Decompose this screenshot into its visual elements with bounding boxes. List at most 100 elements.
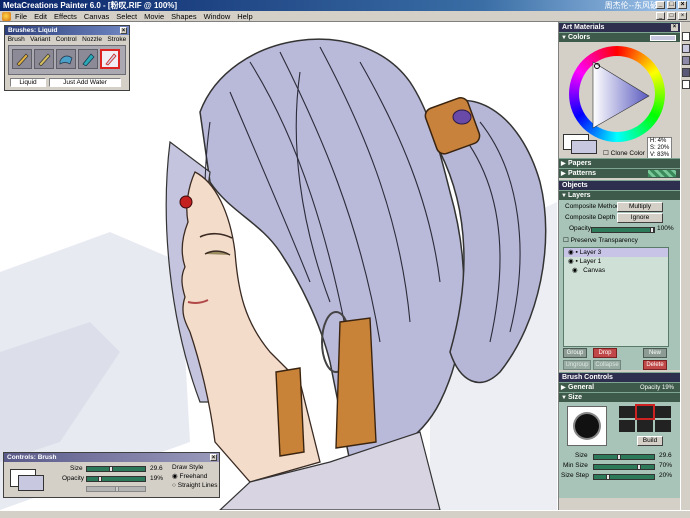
- pencil-brush-icon[interactable]: [12, 49, 32, 69]
- colors-section-header[interactable]: ▼ Colors: [559, 32, 680, 42]
- build-button[interactable]: Build: [637, 436, 663, 446]
- freehand-radio[interactable]: ◉: [172, 473, 178, 480]
- layers-panel: Composite Method Multiply Composite Dept…: [559, 200, 680, 370]
- delete-layer-button[interactable]: Delete: [643, 360, 667, 370]
- layer-row-layer-1[interactable]: ◉ ▪ Layer 1: [564, 257, 668, 266]
- size-step-knob[interactable]: [606, 474, 610, 480]
- painting-canvas[interactable]: [0, 22, 557, 510]
- new-layer-button[interactable]: New: [643, 348, 667, 358]
- bc-size-slider[interactable]: [593, 454, 655, 460]
- doc-minimize-button[interactable]: _: [656, 12, 665, 20]
- brush-variant-field[interactable]: Just Add Water: [49, 78, 121, 87]
- water-brush-icon[interactable]: [100, 49, 120, 69]
- dab-profile-icon[interactable]: [619, 420, 635, 432]
- mini-palette-icon[interactable]: [682, 80, 690, 89]
- layer-opacity-knob[interactable]: [650, 227, 654, 233]
- mini-palette-icon[interactable]: [682, 68, 690, 77]
- size-section-header[interactable]: ▼ Size: [559, 392, 680, 402]
- mini-palette-icon[interactable]: [682, 44, 690, 53]
- menu-canvas[interactable]: Canvas: [84, 11, 109, 22]
- papers-section-header[interactable]: ▶ Papers: [559, 158, 680, 168]
- close-icon[interactable]: ×: [671, 24, 678, 31]
- menu-effects[interactable]: Effects: [54, 11, 77, 22]
- tab-brush[interactable]: Brush: [8, 35, 25, 44]
- straight-lines-label: Straight Lines: [177, 482, 218, 489]
- pen-brush-icon[interactable]: [34, 49, 54, 69]
- tab-nozzle[interactable]: Nozzle: [82, 35, 102, 44]
- layer-opacity-slider[interactable]: [591, 227, 655, 233]
- close-icon[interactable]: ×: [120, 27, 127, 34]
- dab-profile-icon[interactable]: [619, 406, 635, 418]
- controls-brush-title[interactable]: Controls: Brush ×: [4, 453, 219, 462]
- maximize-button[interactable]: □: [667, 1, 676, 9]
- eye-icon[interactable]: ◉: [568, 258, 574, 265]
- size-slider-knob[interactable]: [109, 466, 113, 472]
- eye-icon[interactable]: ◉: [572, 267, 578, 274]
- size-slider[interactable]: [86, 466, 146, 472]
- dab-profile-icon[interactable]: [635, 404, 655, 420]
- menu-shapes[interactable]: Shapes: [171, 11, 196, 22]
- window-title-bar[interactable]: MetaCreations Painter 6.0 - [粉叹.RIF @ 10…: [0, 0, 690, 11]
- drop-button[interactable]: Drop: [593, 348, 617, 358]
- menu-window[interactable]: Window: [204, 11, 231, 22]
- brush-controls-header[interactable]: Brush Controls: [559, 372, 680, 382]
- dab-profile-icon[interactable]: [637, 420, 653, 432]
- close-icon[interactable]: ×: [210, 454, 217, 461]
- close-button[interactable]: ×: [678, 1, 687, 9]
- lock-icon[interactable]: ▪: [575, 249, 577, 256]
- general-section-header[interactable]: ▶ General Opacity 19%: [559, 382, 680, 392]
- menu-file[interactable]: File: [15, 11, 27, 22]
- patterns-section-header[interactable]: ▶ Patterns: [559, 168, 680, 178]
- preserve-transparency-label: Preserve Transparency: [570, 237, 638, 244]
- collapse-button[interactable]: Collapse: [593, 360, 621, 370]
- art-materials-title: Art Materials: [562, 24, 605, 31]
- tab-stroke[interactable]: Stroke: [107, 35, 126, 44]
- art-materials-header[interactable]: Art Materials ×: [559, 22, 680, 32]
- secondary-color-swatch[interactable]: [18, 475, 44, 491]
- preserve-transparency-checkbox[interactable]: ☐: [563, 237, 569, 244]
- bc-size-knob[interactable]: [617, 454, 621, 460]
- menu-edit[interactable]: Edit: [34, 11, 47, 22]
- mini-palette-icon[interactable]: [682, 56, 690, 65]
- brush-category-field[interactable]: Liquid: [10, 78, 46, 87]
- lock-icon[interactable]: ▪: [575, 258, 577, 265]
- size-label: Size: [70, 465, 83, 472]
- airbrush-icon[interactable]: [56, 49, 76, 69]
- layer-row-canvas[interactable]: ◉ Canvas: [564, 266, 668, 275]
- menu-select[interactable]: Select: [116, 11, 137, 22]
- brushes-palette-title[interactable]: Brushes: Liquid ×: [5, 26, 129, 35]
- opacity-slider[interactable]: [86, 476, 146, 482]
- opacity-value: 19%: [150, 475, 164, 482]
- doc-restore-button[interactable]: □: [667, 12, 676, 20]
- ungroup-button[interactable]: Ungroup: [563, 360, 591, 370]
- group-button[interactable]: Group: [563, 348, 587, 358]
- size-step-slider[interactable]: [593, 474, 655, 480]
- grain-slider[interactable]: [86, 486, 146, 492]
- clone-color-checkbox[interactable]: ☐: [603, 150, 609, 157]
- liquid-brush-icon[interactable]: [78, 49, 98, 69]
- straight-lines-radio[interactable]: ○: [172, 482, 176, 489]
- tab-variant[interactable]: Variant: [30, 35, 50, 44]
- layers-section-header[interactable]: ▼ Layers: [559, 190, 680, 200]
- opacity-slider-knob[interactable]: [98, 476, 102, 482]
- dab-profile-icon[interactable]: [655, 406, 671, 418]
- objects-header[interactable]: Objects: [559, 180, 680, 190]
- min-size-slider[interactable]: [593, 464, 655, 470]
- mini-palette-icon[interactable]: [682, 32, 690, 41]
- minimize-button[interactable]: _: [656, 1, 665, 9]
- composite-method-select[interactable]: Multiply: [617, 202, 663, 212]
- min-size-knob[interactable]: [637, 464, 641, 470]
- eye-icon[interactable]: ◉: [568, 249, 574, 256]
- saturation-value-triangle[interactable]: [579, 56, 655, 132]
- menu-help[interactable]: Help: [237, 11, 252, 22]
- menu-movie[interactable]: Movie: [144, 11, 164, 22]
- layer-row-layer-3[interactable]: ◉ ▪ Layer 3: [564, 248, 668, 257]
- composite-depth-select[interactable]: Ignore: [617, 213, 663, 223]
- doc-close-button[interactable]: ×: [678, 12, 687, 20]
- painter-app-icon[interactable]: [2, 12, 11, 21]
- tab-control[interactable]: Control: [56, 35, 77, 44]
- brushes-palette-title-text: Brushes: Liquid: [8, 27, 58, 34]
- secondary-color-box[interactable]: [571, 140, 597, 154]
- grain-slider-knob[interactable]: [115, 486, 119, 492]
- dab-profile-icon[interactable]: [655, 420, 671, 432]
